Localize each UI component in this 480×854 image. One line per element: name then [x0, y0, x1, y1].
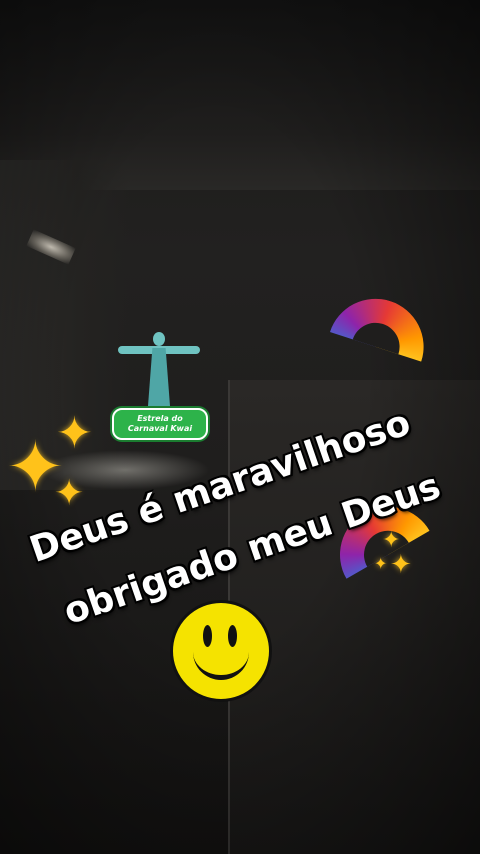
smiley-mouth	[193, 647, 249, 680]
sparkles-icon: ✦	[390, 550, 412, 580]
statue-head	[153, 332, 165, 346]
badge-line2: Carnaval Kwai	[127, 424, 193, 433]
sparkles-icon: ✦	[374, 554, 388, 573]
smiley-left-eye	[203, 625, 212, 647]
smiley-right-eye	[228, 625, 237, 647]
smiley-face-icon	[170, 600, 272, 702]
statue-robe	[148, 348, 170, 406]
estrela-carnaval-badge: Estrela do Carnaval Kwai	[112, 408, 208, 440]
sparkles-icon: ✦	[56, 408, 93, 459]
christ-the-redeemer-icon	[118, 332, 200, 412]
sparkles-icon: ✦	[382, 528, 401, 553]
badge-line1: Estrela do	[137, 414, 183, 423]
sparkles-icon: ✦	[54, 473, 85, 514]
